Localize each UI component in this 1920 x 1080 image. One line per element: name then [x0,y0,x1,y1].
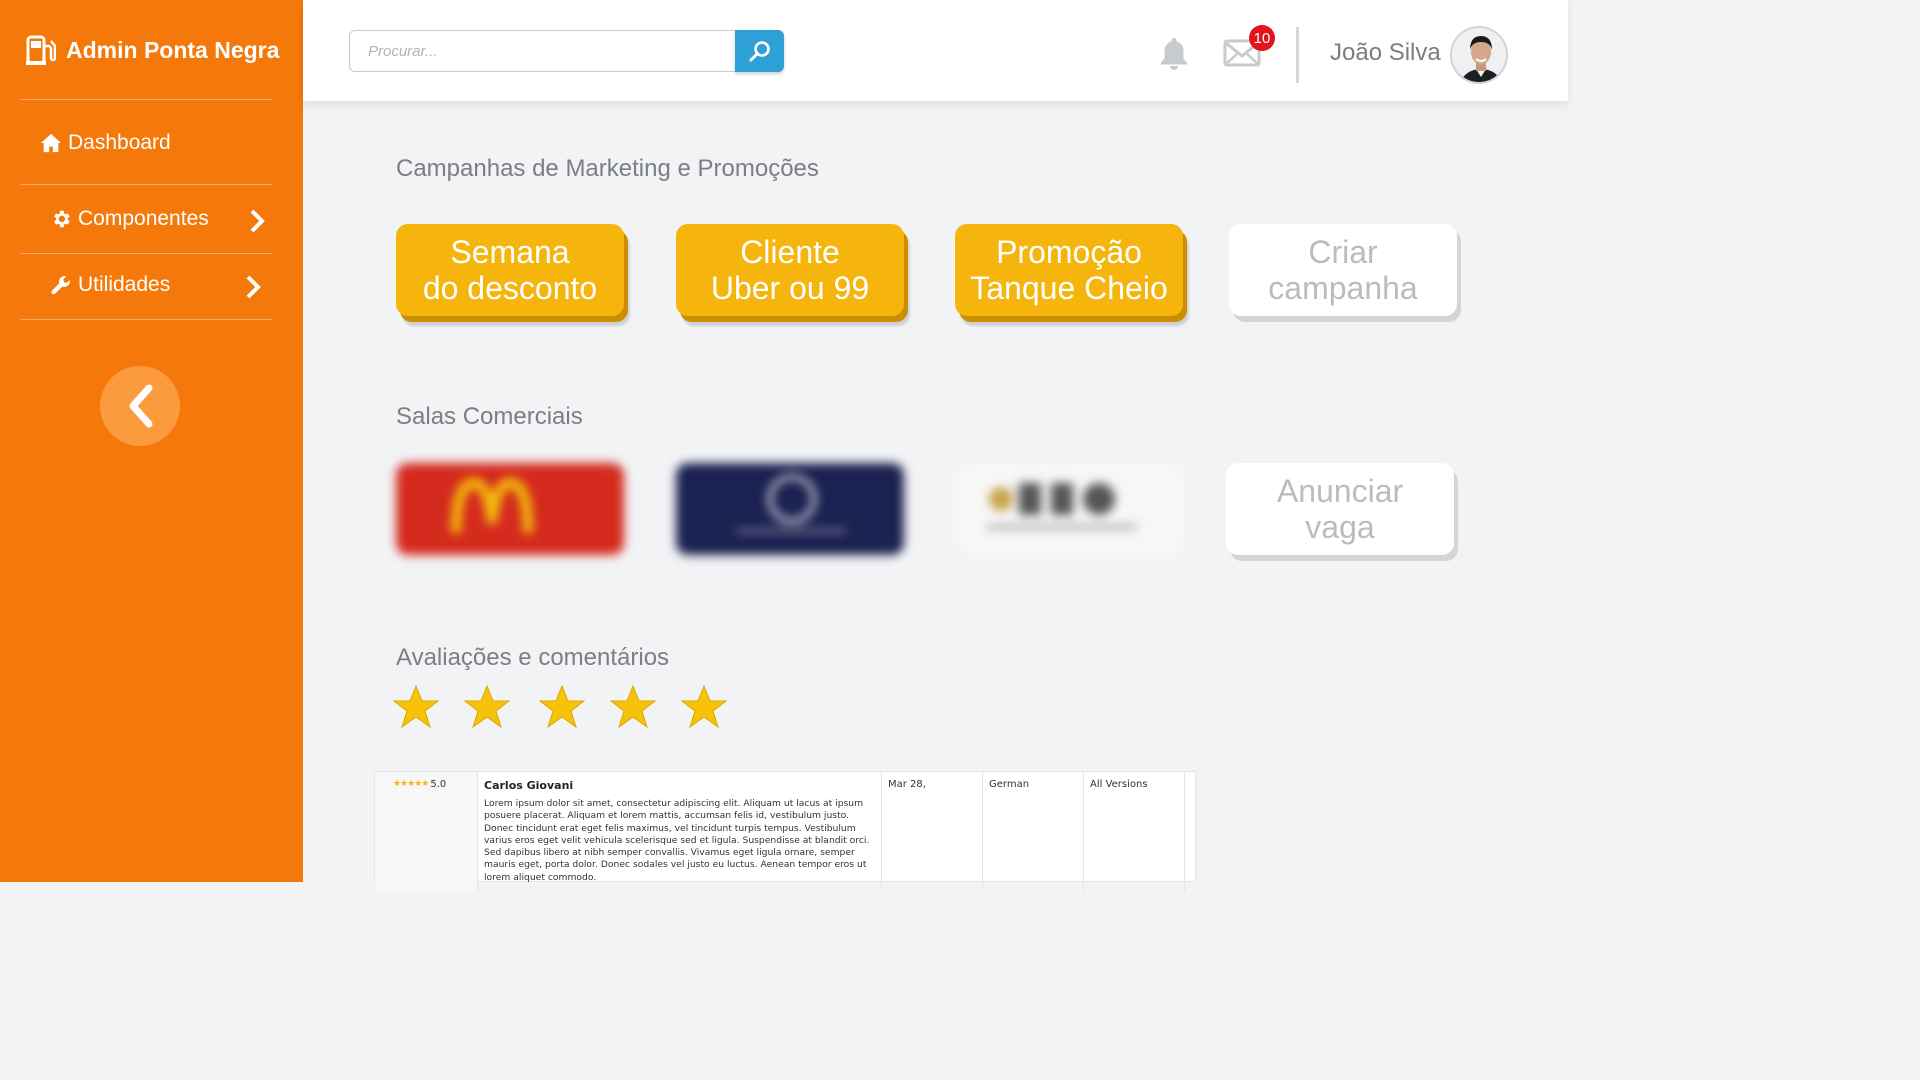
mail-count-badge: 10 [1249,25,1275,51]
announce-vacancy-button[interactable]: Anunciar vaga [1226,463,1454,555]
reviews-section-title: Avaliações e comentários [396,644,670,671]
tile-label: Cliente Uber ou 99 [710,234,870,306]
campaign-tile-cliente-uber[interactable]: Cliente Uber ou 99 [676,224,904,316]
user-name[interactable]: João Silva [1330,39,1441,67]
navy-brand-logo [736,474,846,533]
review-score: 5.0 [430,779,447,790]
sidebar-item-componentes[interactable]: Componentes [50,207,209,231]
rating-star-icon[interactable] [681,684,727,730]
search-icon [749,41,770,62]
chevron-right-icon[interactable] [249,209,265,233]
nav-divider [20,99,272,100]
dbo-logo [987,483,1137,529]
review-text: Lorem ipsum dolor sit amet, consectetur … [484,798,870,883]
gear-icon [54,210,70,228]
sidebar-item-label: Componentes [78,207,209,230]
create-campaign-button[interactable]: Criar campanha [1229,224,1457,316]
home-icon [40,133,62,153]
brand-title: Admin Ponta Negra [66,36,280,63]
bell-icon[interactable] [1159,36,1189,70]
mcdonalds-logo [451,477,533,534]
sidebar-item-label: Utilidades [78,273,171,296]
review-date: Mar 28, [882,772,983,892]
chevron-right-icon[interactable] [245,275,261,299]
reviewer-name: Carlos Giovani [484,779,574,792]
rating-star-icon[interactable] [610,684,656,730]
tile-label: Semana do desconto [422,234,598,306]
nav-divider [20,184,272,185]
sidebar-item-utilidades[interactable]: Utilidades [50,273,170,297]
top-header: 10 João Silva [303,0,1568,101]
tile-label: Promoção Tanque Cheio [970,234,1168,306]
brand[interactable]: Admin Ponta Negra [26,34,279,66]
sidebar-item-label: Dashboard [68,131,171,154]
rating-star-icon[interactable] [393,684,439,730]
rating-star-icon[interactable] [464,684,510,730]
nav-divider [20,319,272,320]
sidebar-item-dashboard[interactable]: Dashboard [40,131,171,155]
review-rating-cell: ★★★★★ 5.0 [375,772,478,892]
avatar[interactable] [1450,26,1508,84]
review-body-cell: Carlos Giovani Lorem ipsum dolor sit ame… [478,772,882,892]
tile-label: Anunciar vaga [1276,473,1404,545]
dbo-logo-tile[interactable] [957,463,1185,555]
review-stars: ★★★★★ [393,779,429,789]
review-version: All Versions [1084,772,1185,892]
tile-label: Criar campanha [1268,234,1418,306]
collapse-sidebar-button[interactable] [100,366,180,446]
campaign-tile-semana-do-desconto[interactable]: Semana do desconto [396,224,624,316]
campaign-tile-tanque-cheio[interactable]: Promoção Tanque Cheio [955,224,1183,316]
wrench-icon [51,276,70,295]
header-divider [1296,27,1299,83]
fuel-pump-icon [26,35,56,65]
sidebar: Admin Ponta Negra Dashboard Componentes … [0,0,303,882]
navy-brand-logo-tile[interactable] [676,463,904,555]
search-button[interactable] [735,30,784,72]
review-language: German [983,772,1084,892]
user-photo [1452,28,1506,82]
rooms-section-title: Salas Comerciais [396,403,583,430]
rating-star-icon[interactable] [539,684,585,730]
review-row: ★★★★★ 5.0 Carlos Giovani Lorem ipsum dol… [374,771,1196,892]
chevron-left-icon [129,384,153,428]
search-input[interactable] [349,30,737,72]
mcdonalds-logo-tile[interactable] [396,463,624,555]
campaigns-section-title: Campanhas de Marketing e Promoções [396,155,819,182]
nav-divider [20,253,272,254]
